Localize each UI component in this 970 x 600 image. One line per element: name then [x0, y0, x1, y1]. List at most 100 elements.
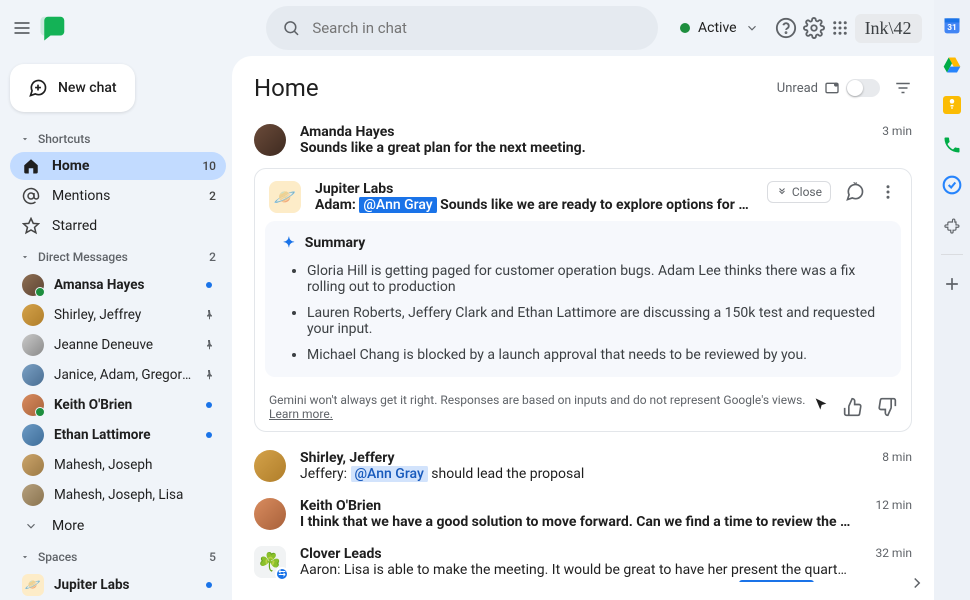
- mention-chip[interactable]: @Ann Gray: [359, 197, 436, 213]
- space-label: Jupiter Labs: [54, 577, 192, 593]
- conversation-row[interactable]: ☘️⇆Clover Leads Aaron: Lisa is able to m…: [254, 538, 912, 582]
- summary-card: ✦ Summary Gloria Hill is getting paged f…: [265, 221, 901, 377]
- unread-dot: [206, 432, 212, 438]
- overflow-icon[interactable]: [879, 183, 897, 201]
- chevron-right-icon: [908, 574, 926, 592]
- new-chat-button[interactable]: New chat: [10, 64, 135, 112]
- sidebar: New chat Shortcuts Home 10 Mentions 2 St…: [0, 56, 232, 600]
- dm-item[interactable]: Mahesh, Joseph: [10, 450, 226, 480]
- dm-label: Ethan Lattimore: [54, 427, 192, 443]
- conversation-row[interactable]: Shirley, Jeffery Jeffery: @Ann Gray shou…: [254, 442, 912, 490]
- chat-logo: [38, 12, 68, 44]
- help-icon: [775, 17, 797, 39]
- rail-keep[interactable]: [941, 94, 963, 116]
- collapse-icon: [776, 186, 788, 198]
- dm-item[interactable]: Janice, Adam, Gregory, Joseph: [10, 360, 226, 390]
- conversation-row[interactable]: Keith O'Brien I think that we have a goo…: [254, 490, 912, 538]
- thumbs-down-icon[interactable]: [877, 397, 897, 417]
- summary-bullet: Lauren Roberts, Jeffery Clark and Ethan …: [307, 305, 883, 337]
- learn-more-link[interactable]: Learn more.: [269, 407, 333, 421]
- open-thread-icon[interactable]: [845, 182, 865, 202]
- conversation-expanded: 🪐 Jupiter Labs Adam: @Ann Gray Sounds li…: [254, 168, 912, 432]
- rail-add[interactable]: [941, 273, 963, 295]
- dm-label: Shirley, Jeffrey: [54, 307, 192, 323]
- unread-dot: [206, 402, 212, 408]
- reply-icon: ↳: [300, 581, 311, 582]
- thumbs-up-icon[interactable]: [843, 397, 863, 417]
- dms-header[interactable]: Direct Messages 2: [10, 242, 226, 268]
- status-label: Active: [698, 20, 737, 36]
- home-icon: [22, 157, 40, 175]
- apps-button[interactable]: [831, 8, 849, 48]
- mark-unread-icon: [824, 80, 840, 96]
- page-title: Home: [254, 74, 319, 102]
- chevron-down-icon: [745, 21, 759, 35]
- unread-toggle[interactable]: Unread: [777, 79, 880, 97]
- rail-phone[interactable]: [941, 134, 963, 156]
- conversation-row[interactable]: Amanda Hayes Sounds like a great plan fo…: [254, 116, 912, 164]
- rail-drive[interactable]: [941, 54, 963, 76]
- chevron-down-icon: [22, 517, 40, 535]
- unread-dot: [206, 282, 212, 288]
- avatar: [22, 304, 44, 326]
- rail-calendar[interactable]: 31: [941, 14, 963, 36]
- dm-item[interactable]: Amansa Hayes: [10, 270, 226, 300]
- dm-item[interactable]: Jeanne Deneuve: [10, 330, 226, 360]
- avatar: [254, 498, 286, 530]
- avatar: [22, 334, 44, 356]
- dm-item[interactable]: Keith O'Brien: [10, 390, 226, 420]
- avatar: [22, 274, 44, 296]
- space-avatar: 🪐: [269, 181, 301, 213]
- shortcuts-header[interactable]: Shortcuts: [10, 124, 226, 150]
- avatar: [254, 124, 286, 156]
- avatar: [22, 484, 44, 506]
- status-selector[interactable]: Active: [670, 14, 769, 42]
- spaces-header[interactable]: Spaces 5: [10, 542, 226, 568]
- mention-chip[interactable]: @Ann Gray: [351, 466, 428, 482]
- org-brand: Ink\42: [855, 14, 922, 43]
- gear-icon: [803, 17, 825, 39]
- svg-text:31: 31: [947, 23, 957, 33]
- search-input[interactable]: [312, 19, 642, 37]
- sparkle-icon: ✦: [283, 235, 295, 251]
- dm-label: Jeanne Deneuve: [54, 337, 192, 353]
- space-item[interactable]: 🪐 Jupiter Labs: [10, 570, 226, 600]
- dm-label: Mahesh, Joseph, Lisa: [54, 487, 192, 503]
- dm-item[interactable]: Mahesh, Joseph, Lisa: [10, 480, 226, 510]
- new-chat-icon: [28, 78, 48, 98]
- avatar: [22, 454, 44, 476]
- pin-icon: [203, 369, 215, 381]
- space-avatar: ☘️⇆: [254, 546, 286, 578]
- help-button[interactable]: [775, 8, 797, 48]
- main-menu-button[interactable]: [12, 8, 32, 48]
- content-panel: Home Unread Amanda Hayes Sounds like a g…: [232, 56, 934, 600]
- dm-item[interactable]: Ethan Lattimore: [10, 420, 226, 450]
- next-page-button[interactable]: [908, 574, 926, 592]
- dms-more[interactable]: More: [10, 512, 226, 540]
- rail-tasks[interactable]: [941, 174, 963, 196]
- dm-label: Janice, Adam, Gregory, Joseph: [54, 367, 192, 383]
- star-icon: [22, 217, 40, 235]
- status-active-icon: [680, 23, 690, 33]
- new-chat-label: New chat: [58, 80, 117, 96]
- at-icon: [22, 187, 40, 205]
- nav-home[interactable]: Home 10: [10, 152, 226, 180]
- nav-mentions[interactable]: Mentions 2: [10, 182, 226, 210]
- dm-label: Mahesh, Joseph: [54, 457, 192, 473]
- toggle-switch[interactable]: [846, 79, 880, 97]
- pin-icon: [203, 339, 215, 351]
- close-button[interactable]: Close: [767, 181, 831, 203]
- search-bar[interactable]: [266, 6, 658, 50]
- summary-bullet: Michael Chang is blocked by a launch app…: [307, 347, 883, 363]
- rail-addons[interactable]: [941, 214, 963, 236]
- summary-disclaimer: Gemini won't always get it right. Respon…: [255, 387, 911, 431]
- dm-item[interactable]: Shirley, Jeffrey: [10, 300, 226, 330]
- search-icon: [282, 18, 300, 38]
- nav-starred[interactable]: Starred: [10, 212, 226, 240]
- topbar: Active Ink\42: [0, 0, 934, 56]
- mention-chip[interactable]: @Ann Gray: [739, 580, 814, 582]
- settings-button[interactable]: [803, 8, 825, 48]
- filter-icon[interactable]: [894, 79, 912, 97]
- avatar: [22, 364, 44, 386]
- caret-down-icon: [20, 552, 30, 562]
